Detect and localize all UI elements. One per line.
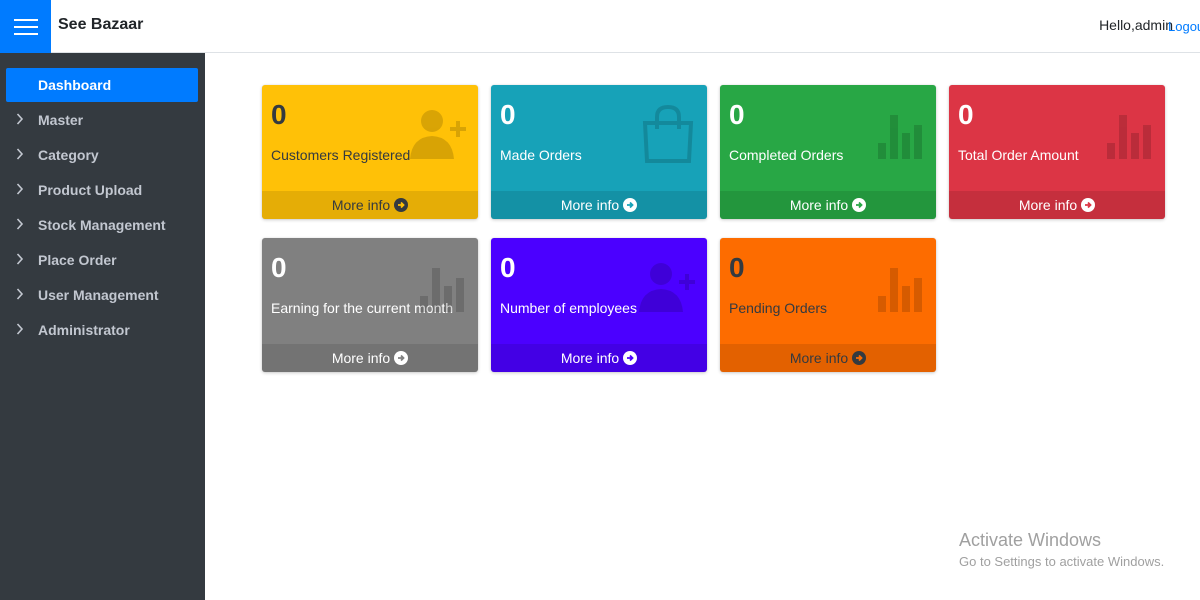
sidebar-item-label: Master [38, 112, 84, 128]
card-count: 0 [729, 252, 745, 283]
card-label: Pending Orders [729, 300, 828, 316]
card-count: 0 [500, 99, 516, 130]
sidebar: Dashboard Master Category Product Upload… [0, 53, 205, 600]
more-info-link[interactable]: More info [720, 191, 936, 219]
user-plus-icon [410, 110, 466, 159]
card-count: 0 [500, 252, 516, 283]
sidebar-item-product-upload[interactable]: Product Upload [6, 173, 198, 207]
more-info-link[interactable]: More info [262, 344, 478, 372]
more-info-label: More info [1018, 197, 1078, 213]
user-plus-icon [639, 263, 695, 312]
sidebar-item-label: Dashboard [38, 77, 112, 93]
activate-windows-title: Activate Windows [959, 530, 1102, 550]
more-info-link[interactable]: More info [720, 344, 936, 372]
more-info-label: More info [331, 197, 391, 213]
hamburger-icon [13, 18, 38, 35]
more-info-label: More info [789, 197, 849, 213]
bar-chart-icon [1107, 115, 1151, 159]
more-info-label: More info [560, 350, 620, 366]
card-count: 0 [958, 99, 974, 130]
card-made-orders: 0 Made Orders More info [491, 85, 707, 219]
logout-link[interactable]: Logout [1168, 19, 1200, 34]
sidebar-item-label: Administrator [38, 322, 130, 338]
more-info-label: More info [789, 350, 849, 366]
card-count: 0 [271, 252, 287, 283]
chevron-right-icon [16, 113, 24, 125]
arrow-circle-right-icon [623, 198, 638, 212]
more-info-label: More info [331, 350, 391, 366]
arrow-circle-right-icon [394, 351, 409, 365]
chevron-right-icon [16, 323, 24, 335]
card-label: Made Orders [500, 147, 582, 163]
sidebar-item-category[interactable]: Category [6, 138, 198, 172]
card-count: 0 [271, 99, 287, 130]
sidebar-item-dashboard[interactable]: Dashboard [6, 68, 198, 102]
card-customers-registered: 0 Customers Registered More info [262, 85, 478, 219]
sidebar-item-label: Stock Management [38, 217, 166, 233]
arrow-circle-right-icon [852, 198, 867, 212]
card-pending-orders: 0 Pending Orders More info [720, 238, 936, 372]
card-number-of-employees: 0 Number of employees More info [491, 238, 707, 372]
chevron-right-icon [16, 288, 24, 300]
sidebar-item-master[interactable]: Master [6, 103, 198, 137]
card-count: 0 [729, 99, 745, 130]
more-info-link[interactable]: More info [491, 344, 707, 372]
sidebar-item-label: Product Upload [38, 182, 143, 198]
chevron-right-icon [16, 218, 24, 230]
arrow-circle-right-icon [623, 351, 638, 365]
card-label: Customers Registered [271, 147, 411, 163]
chevron-right-icon [16, 253, 24, 265]
sidebar-item-stock-management[interactable]: Stock Management [6, 208, 198, 242]
arrow-circle-right-icon [852, 351, 867, 365]
more-info-label: More info [560, 197, 620, 213]
sidebar-item-place-order[interactable]: Place Order [6, 243, 198, 277]
top-navbar: See Bazaar Hello,admin Logout [0, 0, 1200, 53]
card-label: Total Order Amount [958, 147, 1079, 163]
bar-chart-icon [878, 115, 922, 159]
card-label: Completed Orders [729, 147, 844, 163]
menu-toggle-button[interactable] [0, 0, 51, 53]
arrow-circle-right-icon [394, 198, 409, 212]
more-info-link[interactable]: More info [491, 191, 707, 219]
user-greeting: Hello,admin [1099, 17, 1173, 33]
sidebar-item-administrator[interactable]: Administrator [6, 313, 198, 347]
more-info-link[interactable]: More info [262, 191, 478, 219]
sidebar-item-user-management[interactable]: User Management [6, 278, 198, 312]
more-info-link[interactable]: More info [949, 191, 1165, 219]
bar-chart-icon [420, 268, 464, 312]
sidebar-item-label: User Management [38, 287, 159, 303]
card-total-order-amount: 0 Total Order Amount More info [949, 85, 1165, 219]
arrow-circle-right-icon [1081, 198, 1096, 212]
card-completed-orders: 0 Completed Orders More info [720, 85, 936, 219]
activate-windows-subtitle: Go to Settings to activate Windows. [959, 554, 1165, 569]
brand-name[interactable]: See Bazaar [58, 16, 143, 34]
chevron-right-icon [16, 148, 24, 160]
sidebar-item-label: Category [38, 147, 99, 163]
card-earning-current-month: 0 Earning for the current month More inf… [262, 238, 478, 372]
card-label: Number of employees [500, 300, 637, 316]
chevron-right-icon [16, 183, 24, 195]
bar-chart-icon [878, 268, 922, 312]
shopping-bag-icon [642, 105, 694, 163]
sidebar-item-label: Place Order [38, 252, 117, 268]
